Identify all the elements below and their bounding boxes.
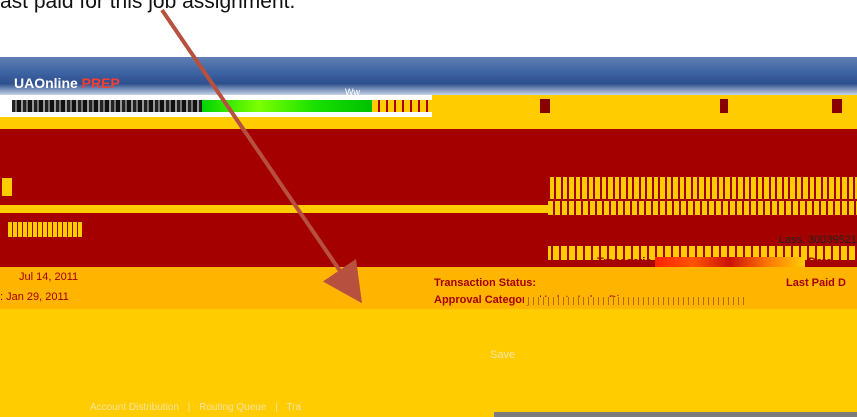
pointer-arrow-icon (160, 8, 363, 304)
